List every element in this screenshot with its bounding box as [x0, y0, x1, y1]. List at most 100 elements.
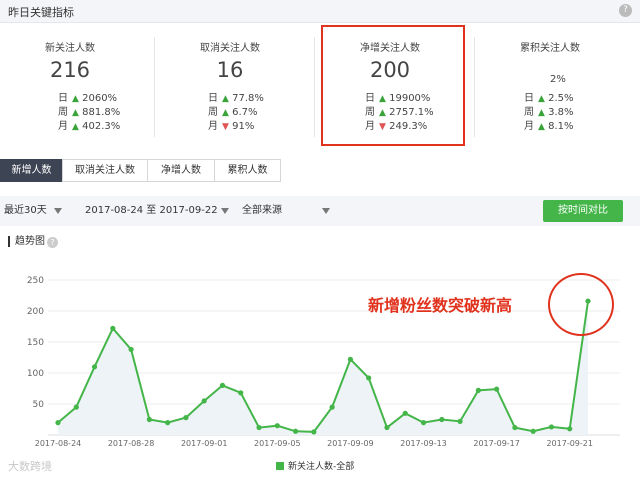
- metric-name: 累积关注人数: [520, 43, 580, 54]
- y-tick-label: 100: [27, 369, 44, 379]
- highlight-box: [321, 25, 465, 146]
- watermark: 大数跨境: [8, 460, 52, 473]
- metric-row: 月 ▲ 402.3%: [58, 117, 120, 132]
- x-tick-label: 2017-09-05: [254, 439, 301, 448]
- data-point: [347, 356, 354, 362]
- period-label: 周: [524, 107, 534, 118]
- period-label: 日: [524, 93, 534, 104]
- x-tick-label: 2017-09-09: [327, 439, 374, 448]
- help-icon[interactable]: ?: [47, 237, 58, 248]
- metric-name: 取消关注人数: [200, 43, 260, 54]
- data-point: [494, 386, 500, 392]
- divider: [474, 37, 475, 137]
- change-value: 91%: [232, 121, 255, 132]
- period-label: 日: [58, 93, 68, 104]
- data-point: [256, 424, 262, 431]
- data-point: [128, 346, 134, 353]
- metric-row: 月 ▲ 8.1%: [524, 117, 574, 132]
- legend-label: 新关注人数-全部: [288, 462, 355, 472]
- trend-title: 趋势图: [8, 236, 45, 247]
- data-point: [548, 424, 555, 430]
- highlight-ellipse: [548, 273, 614, 336]
- metric-row: 周 ▲ 3.8%: [524, 103, 574, 118]
- chart-legend[interactable]: 新关注人数-全部: [276, 459, 354, 472]
- metric-row: 日 ▲ 2060%: [58, 89, 117, 104]
- data-point: [311, 429, 317, 435]
- y-tick-label: 250: [27, 276, 44, 286]
- compare-by-time-button[interactable]: 按时间对比: [543, 200, 623, 222]
- arrow-down-icon: ▼: [222, 122, 229, 132]
- metric-name: 新关注人数: [45, 43, 95, 54]
- section-title: 昨日关键指标: [8, 6, 74, 19]
- metric-value: 216: [49, 58, 91, 82]
- range-select[interactable]: 最近30天: [4, 196, 47, 226]
- period-label: 月: [524, 121, 534, 132]
- data-point: [165, 420, 171, 426]
- data-point: [292, 428, 299, 434]
- metric-row: 日 ▲ 77.8%: [208, 89, 264, 104]
- date-range-input[interactable]: 2017-08-24 至 2017-09-22: [85, 196, 218, 226]
- x-tick-label: 2017-09-13: [400, 439, 447, 448]
- x-tick-label: 2017-09-21: [546, 439, 593, 448]
- period-label: 周: [58, 107, 68, 118]
- source-select[interactable]: 全部来源: [242, 196, 282, 226]
- data-point: [91, 364, 98, 370]
- trend-chart: 50 100 150 200 250 2017-08-24 2017-08-28 2017-0…: [27, 276, 620, 448]
- data-point: [183, 415, 189, 421]
- metric-extra: 2%: [550, 74, 566, 85]
- divider: [314, 37, 315, 137]
- y-tick-label: 200: [27, 307, 44, 317]
- data-point: [366, 375, 372, 381]
- legend-swatch: [276, 462, 284, 470]
- metric-row: 月 ▼ 91%: [208, 117, 254, 132]
- data-point: [567, 426, 573, 432]
- x-tick-label: 2017-08-24: [35, 439, 82, 448]
- annotation-text: 新增粉丝数突破新高: [368, 296, 513, 315]
- data-point: [530, 428, 536, 434]
- arrow-up-icon: ▲: [72, 122, 79, 132]
- data-point: [439, 416, 445, 423]
- data-point: [146, 416, 152, 423]
- data-point: [329, 404, 335, 410]
- metric-row: 周 ▲ 6.7%: [208, 103, 258, 118]
- header-bar: 昨日关键指标 ?: [0, 0, 640, 23]
- data-point: [219, 382, 226, 388]
- tab-net[interactable]: 净增人数: [147, 159, 215, 182]
- data-point: [384, 424, 390, 431]
- metric-row: 日 ▲ 2.5%: [524, 89, 574, 104]
- data-point: [110, 325, 116, 331]
- tab-unfollow[interactable]: 取消关注人数: [62, 159, 148, 182]
- chevron-down-icon[interactable]: [54, 208, 62, 214]
- data-point: [512, 424, 518, 431]
- divider: [154, 37, 155, 137]
- data-point: [420, 420, 427, 426]
- x-tick-label: 2017-09-01: [181, 439, 228, 448]
- data-point: [73, 404, 79, 410]
- x-tick-label: 2017-08-28: [108, 439, 155, 448]
- metrics-panel: 新关注人数 216 日 ▲ 2060% 周 ▲ 881.8% 月 ▲ 402.3% 取消关注人数…: [0, 23, 640, 150]
- period-label: 月: [208, 121, 218, 132]
- data-point: [238, 390, 244, 396]
- arrow-up-icon: ▲: [538, 122, 545, 132]
- data-point: [402, 410, 408, 416]
- metric-card: 累积关注人数 2% 日 ▲ 2.5% 周 ▲ 3.8% 月 ▲ 8.1%: [480, 23, 640, 150]
- y-tick-label: 50: [33, 400, 45, 410]
- tab-cumulative[interactable]: 累积人数: [214, 159, 281, 182]
- change-value: 8.1%: [548, 121, 574, 132]
- period-label: 周: [208, 107, 218, 118]
- help-icon[interactable]: ?: [619, 4, 632, 17]
- metric-value: 16: [216, 58, 244, 82]
- metric-card: 取消关注人数 16 日 ▲ 77.8% 周 ▲ 6.7% 月 ▼ 91%: [160, 23, 320, 150]
- change-value: 402.3%: [82, 121, 121, 132]
- y-tick-label: 150: [27, 338, 44, 348]
- chevron-down-icon[interactable]: [322, 208, 330, 214]
- tab-new[interactable]: 新增人数: [0, 159, 63, 182]
- period-label: 日: [208, 93, 218, 104]
- data-point: [475, 387, 481, 393]
- metric-row: 周 ▲ 881.8%: [58, 103, 120, 118]
- x-tick-label: 2017-09-17: [473, 439, 520, 448]
- data-point: [201, 398, 207, 404]
- data-point: [457, 418, 463, 424]
- chevron-down-icon[interactable]: [221, 208, 229, 214]
- data-point: [274, 423, 280, 429]
